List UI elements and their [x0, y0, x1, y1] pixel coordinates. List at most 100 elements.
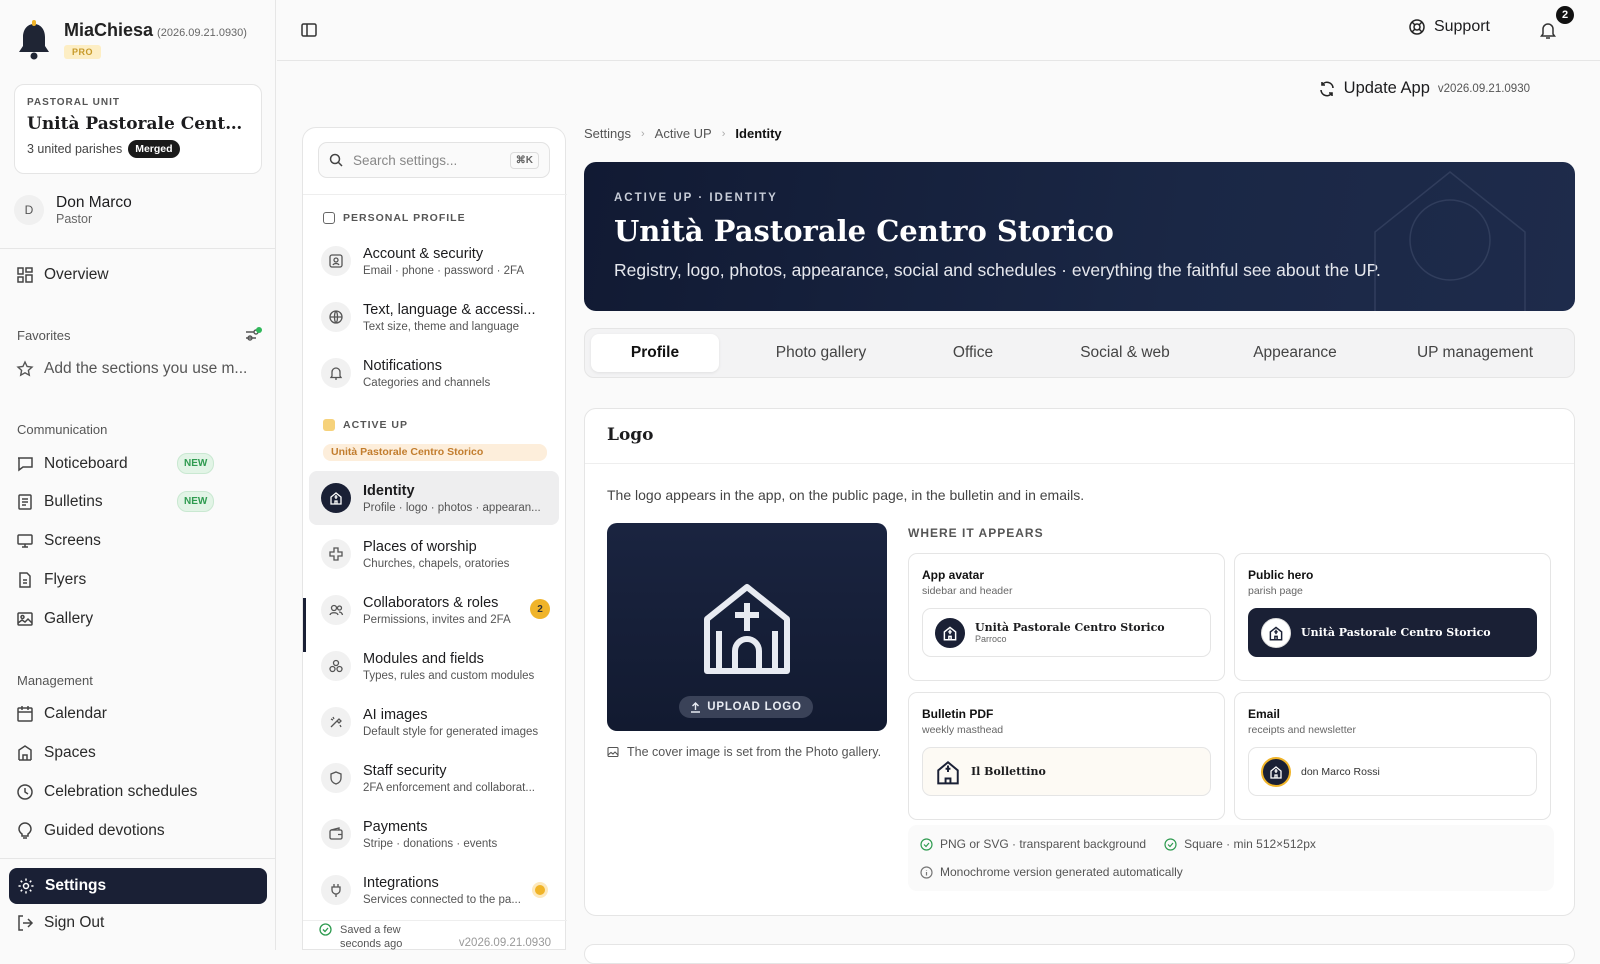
settings-item-account[interactable]: Account & security Email · phone · passwo… — [309, 234, 559, 288]
shield-icon — [321, 763, 351, 793]
lifebuoy-icon — [1409, 19, 1425, 35]
nav-gallery[interactable]: Gallery — [16, 610, 262, 628]
nav-noticeboard[interactable]: Noticeboard — [16, 455, 262, 473]
settings-item-staff-security[interactable]: Staff security 2FA enforcement and collab… — [309, 751, 559, 805]
item-title: Identity — [363, 482, 415, 499]
info-icon — [920, 865, 933, 879]
item-sub: Types, rules and custom modules — [363, 669, 535, 682]
requirement-text: Square · min 512×512px — [1184, 837, 1316, 851]
nav-guided-devotions[interactable]: Guided devotions — [16, 822, 262, 840]
nav-label: Screens — [44, 532, 101, 549]
nav-flyers[interactable]: Flyers — [16, 571, 262, 589]
church-icon — [1261, 756, 1291, 787]
card-title: Logo — [607, 425, 654, 445]
nav-settings[interactable]: Settings — [9, 868, 267, 904]
plan-badge: PRO — [64, 45, 102, 59]
avatar: D — [14, 195, 44, 225]
item-title: Collaborators & roles — [363, 594, 499, 611]
settings-item-text-language[interactable]: Text, language & accessi... Text size, th… — [309, 290, 559, 344]
nav-celebration-schedules[interactable]: Celebration schedules — [16, 783, 262, 801]
id-card-icon — [323, 212, 335, 224]
monitor-icon — [17, 534, 33, 548]
tab-photo-gallery[interactable]: Photo gallery — [741, 334, 901, 372]
nav-sign-out[interactable]: Sign Out — [16, 914, 262, 932]
tab-up-management[interactable]: UP management — [1385, 334, 1565, 372]
nav-spaces[interactable]: Spaces — [16, 744, 262, 762]
notification-bell-icon[interactable] — [1538, 20, 1558, 40]
nav-overview[interactable]: Overview — [16, 266, 262, 284]
divider — [303, 194, 567, 195]
cover-note: The cover image is set from the Photo ga… — [607, 745, 881, 759]
section-label: PERSONAL PROFILE — [343, 212, 466, 224]
favorites-title: Favorites — [17, 328, 71, 343]
settings-item-ai-images[interactable]: AI images Default style for generated ima… — [309, 695, 559, 749]
search-input[interactable]: Search settings... — [353, 153, 457, 168]
tab-profile[interactable]: Profile — [591, 334, 719, 372]
section-personal-profile: PERSONAL PROFILE — [323, 212, 466, 224]
nav-label: Celebration schedules — [44, 783, 198, 800]
nav-label: Add the sections you use m... — [44, 360, 248, 377]
check-circle-icon — [920, 837, 933, 851]
upload-logo-button[interactable]: UPLOAD LOGO — [679, 696, 813, 718]
nav-calendar[interactable]: Calendar — [16, 705, 262, 723]
lightbulb-icon — [18, 822, 32, 839]
item-title: Integrations — [363, 874, 439, 891]
settings-item-places-of-worship[interactable]: Places of worship Churches, chapels, orat… — [309, 527, 559, 581]
nav-label: Overview — [44, 266, 109, 283]
refresh-icon — [1319, 81, 1334, 96]
church-icon — [321, 483, 351, 513]
settings-item-notifications[interactable]: Notifications Categories and channels — [309, 346, 559, 400]
item-sub: Email · phone · password · 2FA — [363, 264, 525, 277]
section-management: Management — [17, 673, 93, 688]
item-sub: 2FA enforcement and collaborat... — [363, 781, 535, 794]
chevron-right-icon: › — [721, 127, 726, 140]
tab-appearance[interactable]: Appearance — [1205, 334, 1385, 372]
settings-item-collaborators[interactable]: Collaborators & roles Permissions, invite… — [309, 583, 559, 637]
breadcrumb-active-up[interactable]: Active UP — [655, 126, 712, 141]
placement-preview: Unità Pastorale Centro Storico Parroco — [922, 608, 1211, 657]
update-app-button[interactable]: Update App v2026.09.21.0930 — [1318, 79, 1530, 98]
favorites-settings-icon[interactable] — [244, 326, 262, 344]
bell-logo-icon — [19, 20, 49, 60]
breadcrumb-identity: Identity — [735, 126, 782, 141]
nav-screens[interactable]: Screens — [16, 532, 262, 550]
item-sub: Services connected to the pa... — [363, 893, 521, 906]
section-communication: Communication — [17, 422, 108, 437]
calendar-icon — [17, 706, 33, 722]
unit-switcher[interactable]: PASTORAL UNIT Unità Pastorale Centro Sto… — [14, 84, 262, 174]
settings-item-identity[interactable]: Identity Profile · logo · photos · appear… — [309, 471, 559, 525]
breadcrumb-settings[interactable]: Settings — [584, 126, 631, 141]
tab-office[interactable]: Office — [901, 334, 1045, 372]
divider — [0, 248, 276, 249]
settings-search[interactable]: Search settings... ⌘K — [318, 142, 550, 178]
placement-preview: Il Bollettino — [922, 747, 1211, 796]
logo-preview[interactable]: UPLOAD LOGO — [607, 523, 887, 731]
user-profile[interactable]: D Don Marco Pastor — [14, 194, 132, 226]
tab-social-web[interactable]: Social & web — [1045, 334, 1205, 372]
brand[interactable]: MiaChiesa (2026.09.21.0930) PRO — [16, 20, 247, 62]
nav-bulletins[interactable]: Bulletins — [16, 493, 262, 511]
favorites-add[interactable]: Add the sections you use m... — [16, 360, 262, 378]
star-icon — [16, 360, 34, 377]
attention-dot — [535, 885, 545, 895]
sidebar-toggle-icon[interactable] — [299, 20, 319, 40]
item-sub: Permissions, invites and 2FA — [363, 613, 511, 626]
building-icon — [18, 745, 32, 761]
item-sub: Categories and channels — [363, 376, 491, 389]
placement-preview: don Marco Rossi — [1248, 747, 1537, 796]
section-active-up: ACTIVE UP — [323, 419, 408, 431]
placement-title: Bulletin PDF — [922, 707, 994, 721]
church-logo-icon — [704, 584, 790, 674]
settings-item-modules[interactable]: Modules and fields Types, rules and custo… — [309, 639, 559, 693]
save-status: Saved a few seconds ago — [319, 923, 402, 952]
settings-item-integrations[interactable]: Integrations Services connected to the pa… — [309, 863, 559, 917]
church-icon — [937, 760, 959, 784]
church-icon — [323, 419, 335, 431]
item-title: Payments — [363, 818, 428, 835]
support-button[interactable]: Support — [1408, 18, 1490, 36]
user-role: Pastor — [56, 212, 93, 226]
nav-label: Guided devotions — [44, 822, 165, 839]
image-icon — [17, 612, 33, 626]
settings-item-payments[interactable]: Payments Stripe · donations · events — [309, 807, 559, 861]
nav-label: Calendar — [44, 705, 107, 722]
